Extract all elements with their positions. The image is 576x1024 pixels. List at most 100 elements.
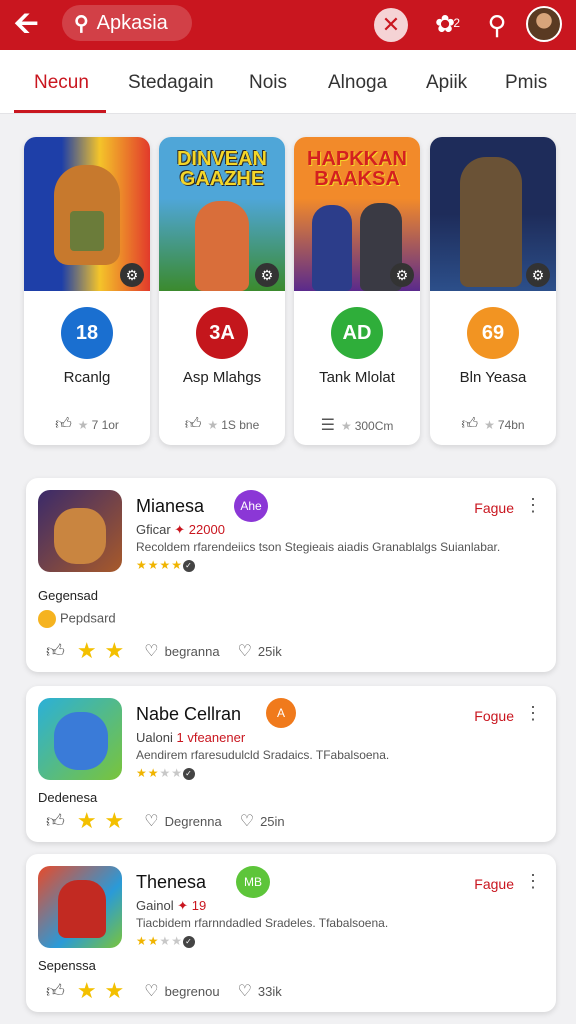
- app-name: Thenesa: [136, 872, 207, 892]
- tab-2[interactable]: Nois: [249, 72, 287, 94]
- game-cover-image: ⚙: [430, 137, 556, 291]
- category-tabs: Necun Stedagain Nois Alnoga Apiik Pmis: [0, 50, 576, 114]
- search-text: Apkasia: [96, 11, 168, 34]
- action-link[interactable]: Fogue: [474, 708, 514, 724]
- thumbs-up-icon[interactable]: 👍︎: [55, 416, 72, 433]
- tab-5[interactable]: Pmis: [505, 72, 547, 94]
- star-icon: ★: [76, 638, 97, 663]
- subtitle-label: Ualoni: [136, 730, 173, 745]
- tab-3[interactable]: Alnoga: [328, 72, 387, 94]
- game-card-2[interactable]: HAPKKAN BAAKSA ⚙ AD Tank Mlolat ☰ ★ 300Cm: [294, 137, 420, 445]
- star-icon: ★: [484, 418, 495, 432]
- tab-0[interactable]: Necun: [34, 72, 89, 94]
- star-rating: ★★★★ ✓: [136, 934, 196, 948]
- star-icon: ★: [207, 418, 219, 432]
- star-icon: ★: [104, 808, 125, 833]
- search-icon: ⚲: [74, 12, 89, 35]
- star-icon: ★: [77, 418, 89, 432]
- puzzle-icon: ⚙: [255, 263, 279, 287]
- tab-4[interactable]: Apiik: [426, 72, 467, 94]
- notification-count: 2: [453, 16, 460, 30]
- more-options-icon[interactable]: ⋮: [524, 496, 542, 514]
- action-link[interactable]: Fague: [474, 876, 514, 892]
- thumb-icon: ♡: [239, 813, 255, 830]
- game-stats: 👍︎ ★ 7 1or: [24, 415, 150, 434]
- thumbs-up-icon[interactable]: 👍︎: [46, 980, 65, 1002]
- back-arrow-icon[interactable]: 🡨: [14, 8, 50, 40]
- app-category: Sepenssa: [38, 958, 96, 973]
- game-stat: 1S bne: [221, 418, 260, 432]
- app-category: Gegensad: [38, 588, 98, 603]
- game-card-1[interactable]: DINVEAN GAAZHE ⚙ 3A Asp Mlahgs 👍︎ ★ 1S bne: [159, 137, 285, 445]
- app-subtitle: Ualoni 1 vfeanener: [136, 730, 245, 745]
- game-name: Bln Yeasa: [459, 369, 527, 386]
- app-icon: [38, 698, 122, 780]
- app-name: Nabe Cellran: [136, 704, 242, 724]
- thumb-icon: ♡: [237, 643, 252, 660]
- active-tab-indicator: [14, 110, 106, 113]
- game-stats: ☰ ★ 300Cm: [294, 415, 420, 435]
- rating-badge: 69: [467, 307, 519, 359]
- game-stat: 74bn: [497, 418, 525, 432]
- more-options-icon[interactable]: ⋮: [524, 872, 542, 890]
- app-icon: [38, 490, 122, 572]
- star-icon: ★: [76, 808, 97, 833]
- game-cover-image: DINVEAN GAAZHE ⚙: [159, 137, 285, 291]
- thumbs-up-icon[interactable]: 👍︎: [46, 810, 65, 832]
- list-item-2[interactable]: Thenesa MB Gainol ✦ 19 Tiacbidem rfarnnd…: [26, 854, 556, 1012]
- game-cover-image: ⚙: [24, 137, 150, 291]
- search-button-icon[interactable]: ⚲: [480, 8, 514, 42]
- tag-icon: ♡: [144, 643, 159, 660]
- game-stats: 👍︎ ★ 74bn: [430, 415, 556, 434]
- thumbs-up-icon[interactable]: 👍︎: [461, 416, 478, 433]
- star-rating: ★★★★ ✓: [136, 766, 196, 780]
- cover-title-art: DINVEAN GAAZHE: [176, 148, 267, 190]
- stat-label: Degrenna: [164, 813, 222, 829]
- notification-icon[interactable]: ✿ 2: [428, 8, 462, 42]
- game-stat: 300Cm: [354, 419, 394, 433]
- star-icon: ★: [76, 978, 97, 1003]
- game-cover-image: HAPKKAN BAAKSA ⚙: [294, 137, 420, 291]
- list-item-1[interactable]: Nabe Cellran A Ualoni 1 vfeanener Aendir…: [26, 686, 556, 842]
- emoji-icon: [38, 610, 56, 628]
- more-options-icon[interactable]: ⋮: [524, 704, 542, 722]
- app-icon: [38, 866, 122, 948]
- subtitle-label: Gainol: [136, 898, 174, 913]
- app-subtitle: Gainol ✦ 19: [136, 898, 206, 914]
- list-icon[interactable]: ☰: [321, 417, 335, 434]
- list-item-0[interactable]: Mianesa Ahe Gficar ✦ 22000 Recoldem rfar…: [26, 478, 556, 672]
- star-icon: ★: [104, 978, 125, 1003]
- game-name: Rcanlg: [63, 369, 111, 386]
- stat-value: 25in: [260, 813, 285, 829]
- tab-1[interactable]: Stedagain: [128, 72, 214, 94]
- game-stats: 👍︎ ★ 1S bne: [159, 415, 285, 434]
- app-description: Recoldem rfarendeiics tson Stegieais aia…: [136, 540, 501, 554]
- app-description: Tiacbidem rfarnndadled Sradeles. Tfabals…: [136, 916, 389, 930]
- stat-value: 25ik: [257, 643, 282, 659]
- app-extra: Pepdsard: [38, 610, 116, 628]
- stat-value: 33ik: [257, 983, 282, 999]
- thumbs-up-icon[interactable]: 👍︎: [46, 640, 65, 662]
- action-link[interactable]: Fague: [474, 500, 514, 516]
- game-stat: 7 1or: [91, 418, 119, 432]
- puzzle-icon: ⚙: [120, 263, 144, 287]
- top-app-bar: 🡨 ⚲ Apkasia ✕ ✿ 2 ⚲: [0, 0, 576, 50]
- game-card-0[interactable]: ⚙ 18 Rcanlg 👍︎ ★ 7 1or: [24, 137, 150, 445]
- thumbs-up-icon[interactable]: 👍︎: [185, 416, 202, 433]
- tag-icon: ♡: [144, 813, 159, 830]
- app-description: Aendirem rfaresudulcld Sradaics. TFabals…: [136, 748, 390, 762]
- subtitle-value: ✦ 19: [177, 898, 207, 913]
- app-badge: Ahe: [234, 490, 268, 522]
- clear-icon[interactable]: ✕: [374, 8, 408, 42]
- star-icon: ★: [104, 638, 125, 663]
- puzzle-icon: ⚙: [390, 263, 414, 287]
- avatar[interactable]: [526, 6, 562, 42]
- game-card-3[interactable]: ⚙ 69 Bln Yeasa 👍︎ ★ 74bn: [430, 137, 556, 445]
- search-box[interactable]: ⚲ Apkasia: [62, 5, 192, 41]
- app-category: Dedenesa: [38, 790, 98, 805]
- game-name: Tank Mlolat: [319, 369, 395, 386]
- cover-title-art: HAPKKAN BAAKSA: [307, 148, 407, 190]
- stat-label: begrenou: [164, 983, 220, 999]
- star-rating: ★★★★ ✓: [136, 558, 196, 572]
- app-footer: 👍︎ ★ ★ ♡ begranna ♡ 25ik: [46, 638, 282, 664]
